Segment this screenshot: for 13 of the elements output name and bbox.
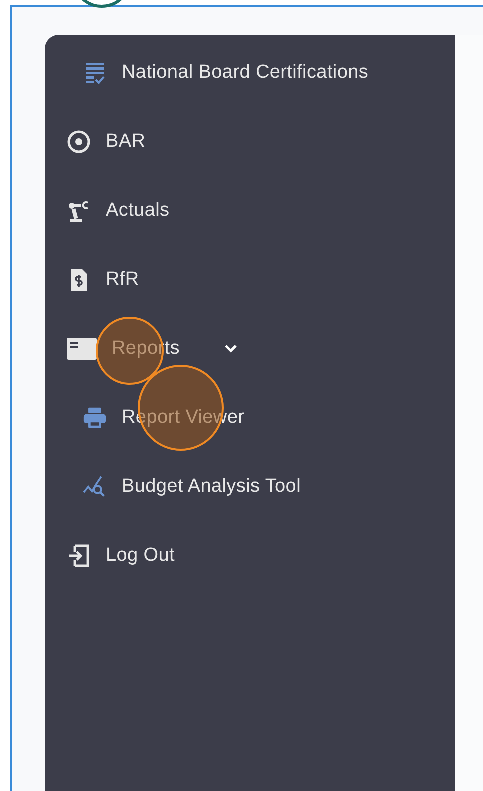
checklist-icon xyxy=(83,61,107,85)
printer-icon xyxy=(83,406,107,430)
sidebar-item[interactable]: Actuals xyxy=(106,200,170,221)
exit-icon xyxy=(67,544,91,568)
sidebar-item[interactable]: BAR xyxy=(106,131,146,152)
chart-search-icon xyxy=(83,475,107,499)
sidebar-item[interactable]: RfR xyxy=(106,269,140,290)
sidebar-item[interactable]: National Board Certifications xyxy=(122,62,369,83)
sidebar-item[interactable]: Log Out xyxy=(106,545,176,566)
target-icon xyxy=(67,130,91,154)
document-icon xyxy=(67,337,97,361)
robot-arm-icon xyxy=(67,199,91,223)
sidebar-item[interactable]: Budget Analysis Tool xyxy=(122,476,301,497)
